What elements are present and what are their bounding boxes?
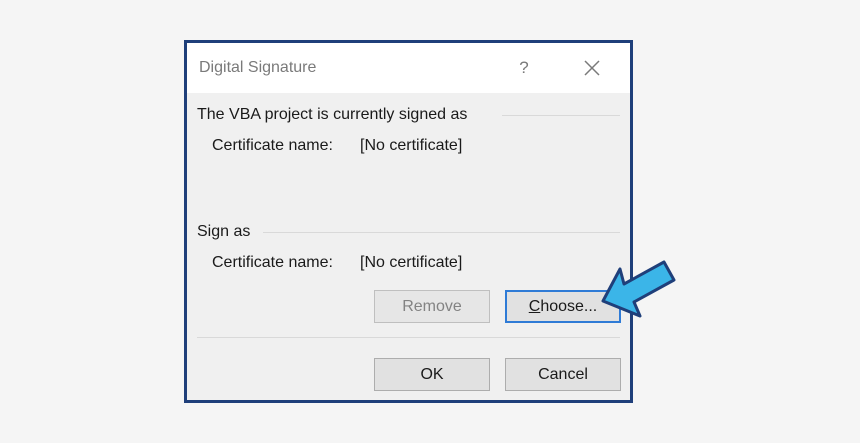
ok-button-label: OK bbox=[420, 365, 444, 383]
signed-section-rule bbox=[502, 115, 620, 116]
signed-section-heading: The VBA project is currently signed as bbox=[197, 106, 468, 123]
sign-as-cert-label: Certificate name: bbox=[212, 254, 333, 271]
title-bar: Digital Signature ? bbox=[187, 43, 630, 93]
signed-cert-label: Certificate name: bbox=[212, 137, 333, 154]
close-button[interactable] bbox=[579, 55, 605, 81]
choose-label-rest: hoose... bbox=[540, 297, 598, 315]
close-icon bbox=[584, 60, 600, 76]
sign-as-rule bbox=[263, 232, 620, 233]
signed-cert-value: [No certificate] bbox=[360, 137, 463, 154]
sign-as-cert-value: [No certificate] bbox=[360, 254, 463, 271]
button-divider bbox=[197, 337, 620, 338]
remove-button[interactable]: Remove bbox=[374, 290, 490, 323]
dialog-title: Digital Signature bbox=[199, 59, 317, 76]
choose-button-label: Choose... bbox=[529, 298, 598, 316]
help-button[interactable]: ? bbox=[509, 55, 539, 81]
digital-signature-dialog: Digital Signature ? The VBA project is c… bbox=[184, 40, 633, 403]
choose-accelerator: C bbox=[528, 297, 541, 315]
cancel-button-label: Cancel bbox=[538, 365, 588, 383]
remove-button-label: Remove bbox=[402, 297, 462, 315]
pointer-arrow-icon bbox=[601, 260, 676, 318]
ok-button[interactable]: OK bbox=[374, 358, 490, 391]
sign-as-heading: Sign as bbox=[197, 223, 251, 240]
cancel-button[interactable]: Cancel bbox=[505, 358, 621, 391]
